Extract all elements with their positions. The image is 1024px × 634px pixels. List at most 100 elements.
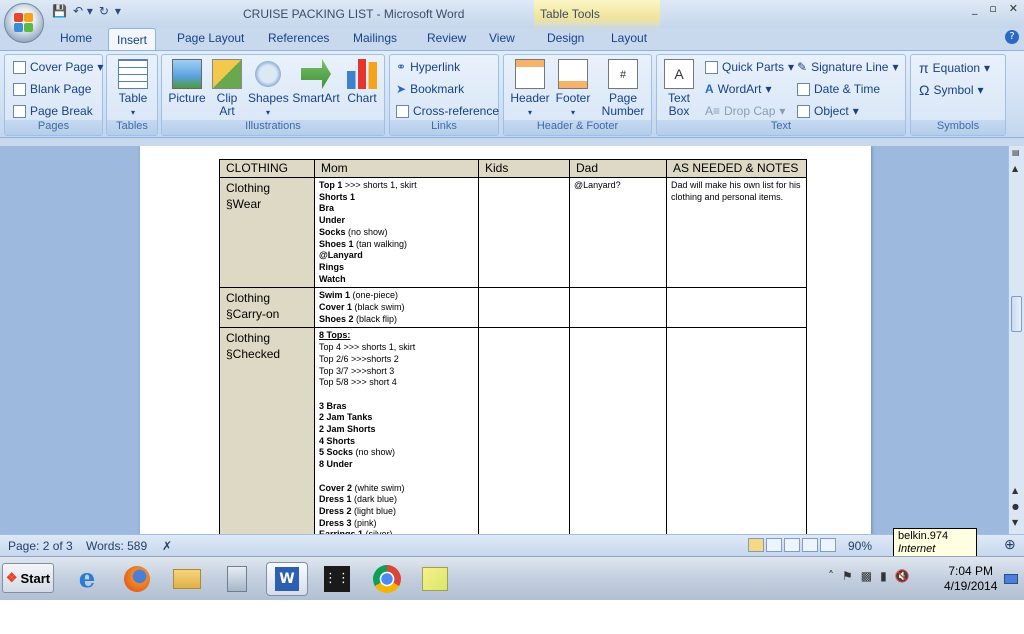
dad-cell[interactable] (569, 327, 667, 534)
zoom-level[interactable]: 90% (848, 539, 872, 553)
drop-cap-button[interactable]: A≡ Drop Cap ▾ (705, 104, 785, 118)
cross-reference-button[interactable]: Cross-reference (396, 104, 499, 118)
tab-insert[interactable]: Insert (108, 28, 157, 51)
kids-cell[interactable] (478, 176, 570, 289)
cover-page-button[interactable]: Cover Page ▾ (13, 60, 103, 74)
symbol-button[interactable]: Ω Symbol ▾ (919, 82, 984, 98)
internet-explorer-icon[interactable]: e (70, 562, 104, 596)
office-button[interactable] (4, 3, 44, 43)
notes-cell[interactable] (666, 327, 807, 534)
table-button[interactable]: Table ▾ (115, 59, 151, 119)
page-count[interactable]: Page: 2 of 3 (8, 539, 73, 553)
mom-cell[interactable]: Swim 1 (one-piece) Cover 1 (black swim) Sh… (314, 287, 479, 329)
date-time-button[interactable]: Date & Time (797, 82, 880, 96)
dad-cell[interactable]: @Lanyard? (569, 176, 667, 289)
wordart-button[interactable]: A WordArt ▾ (705, 82, 772, 96)
tab-page-layout[interactable]: Page Layout (177, 31, 244, 45)
document-page[interactable]: CLOTHING Mom Kids Dad AS NEEDED & NOTES … (140, 146, 871, 534)
tab-mailings[interactable]: Mailings (353, 31, 397, 45)
browse-object-icon[interactable]: ● (1012, 502, 1019, 511)
scroll-thumb[interactable] (1011, 296, 1022, 332)
print-layout-icon[interactable] (748, 538, 764, 552)
blank-page-button[interactable]: Blank Page (13, 82, 91, 96)
tab-home[interactable]: Home (60, 31, 92, 45)
chrome-icon[interactable] (370, 562, 404, 596)
object-button[interactable]: Object ▾ (797, 104, 859, 118)
signature-line-button[interactable]: ✎ Signature Line ▾ (797, 60, 898, 74)
file-explorer-icon[interactable] (170, 562, 204, 596)
word-taskbar-icon[interactable]: W (266, 562, 308, 596)
show-desktop-icon[interactable] (1000, 562, 1022, 596)
scroll-up-icon[interactable]: ▲ (1012, 164, 1018, 173)
clip-art-button[interactable]: Clip Art (212, 59, 242, 118)
customize-icon[interactable]: ▾ (115, 4, 121, 18)
kids-cell[interactable] (478, 287, 570, 329)
tab-references[interactable]: References (268, 31, 329, 45)
category-cell[interactable]: Clothing §Carry-on (219, 287, 315, 329)
action-center-icon[interactable]: ⚑ (842, 569, 853, 583)
start-button[interactable]: ❖ Start (2, 563, 54, 593)
show-hidden-icons[interactable]: ˄ (828, 569, 834, 583)
save-icon[interactable]: 💾 (52, 4, 67, 18)
clip-art-icon (212, 59, 242, 89)
word-count[interactable]: Words: 589 (86, 539, 147, 553)
tab-design[interactable]: Design (547, 31, 584, 45)
zoom-in-icon[interactable]: ⊕ (1004, 536, 1016, 553)
close-button[interactable]: ✕ (1009, 2, 1018, 15)
group-symbols: π Equation ▾ Ω Symbol ▾ Symbols (910, 54, 1006, 136)
header-clothing[interactable]: CLOTHING (219, 159, 315, 178)
chart-button[interactable]: Chart (344, 59, 380, 105)
blackberry-icon[interactable]: ⋮⋮ (320, 562, 354, 596)
full-screen-reading-icon[interactable] (766, 538, 782, 552)
outline-icon[interactable] (802, 538, 818, 552)
footer-button[interactable]: Footer ▾ (552, 59, 594, 119)
minimize-button[interactable]: _ (972, 2, 978, 15)
maximize-button[interactable]: ▫ (989, 2, 996, 15)
notes-cell[interactable]: Dad will make his own list for his cloth… (666, 176, 807, 289)
tab-layout[interactable]: Layout (611, 31, 647, 45)
header-notes[interactable]: AS NEEDED & NOTES (666, 159, 807, 178)
equation-button[interactable]: π Equation ▾ (919, 60, 990, 76)
header-button[interactable]: Header ▾ (508, 59, 552, 119)
page-break-button[interactable]: Page Break (13, 104, 93, 118)
mom-cell[interactable]: 8 Tops: Top 4 >>> shorts 1, skirt Top 2/6 … (314, 327, 479, 534)
help-icon[interactable]: ? (1005, 30, 1019, 44)
smartart-button[interactable]: SmartArt (292, 59, 340, 105)
dad-cell[interactable] (569, 287, 667, 329)
table-row-checked: Clothing §Checked 8 Tops: Top 4 >>> shorts… (219, 327, 807, 534)
hyperlink-button[interactable]: ⚭ Hyperlink (396, 60, 460, 74)
redo-icon[interactable]: ↻ (99, 4, 109, 18)
next-page-icon[interactable]: ▼ (1012, 518, 1018, 527)
vertical-scrollbar[interactable]: ▤ ▲ ▲ ● ▼ (1008, 146, 1024, 534)
notes-cell[interactable] (666, 287, 807, 329)
quick-parts-button[interactable]: Quick Parts ▾ (705, 60, 794, 74)
kids-cell[interactable] (478, 327, 570, 534)
shapes-button[interactable]: Shapes ▾ (248, 59, 289, 119)
web-layout-icon[interactable] (784, 538, 800, 552)
undo-icon[interactable]: ↶ ▾ (73, 4, 93, 18)
header-mom[interactable]: Mom (314, 159, 479, 178)
proofing-icon[interactable]: ✗ (162, 539, 172, 553)
calculator-icon[interactable] (220, 562, 254, 596)
header-kids[interactable]: Kids (478, 159, 570, 178)
volume-icon[interactable]: 🔇 (895, 569, 910, 583)
clock[interactable]: 7:04 PM 4/19/2014 (944, 564, 997, 594)
tab-view[interactable]: View (489, 31, 515, 45)
header-dad[interactable]: Dad (569, 159, 667, 178)
category-cell[interactable]: Clothing §Checked (219, 327, 315, 534)
tab-review[interactable]: Review (427, 31, 466, 45)
bookmark-button[interactable]: ➤ Bookmark (396, 82, 464, 96)
device-icon[interactable]: ▩ (861, 569, 872, 583)
draft-icon[interactable] (820, 538, 836, 552)
sticky-notes-icon[interactable] (418, 562, 452, 596)
previous-page-icon[interactable]: ▲ (1012, 486, 1018, 495)
picture-button[interactable]: Picture (166, 59, 208, 105)
mom-cell[interactable]: Top 1 >>> shorts 1, skirt Shorts 1 Bra Unde… (314, 176, 479, 289)
firefox-icon[interactable] (120, 562, 154, 596)
ruler-toggle-icon[interactable]: ▤ (1012, 148, 1020, 157)
packing-table[interactable]: CLOTHING Mom Kids Dad AS NEEDED & NOTES … (219, 159, 807, 534)
text-box-button[interactable]: A Text Box (661, 59, 697, 118)
network-icon[interactable]: ▮ (880, 569, 887, 583)
category-cell[interactable]: Clothing §Wear (219, 176, 315, 289)
page-number-button[interactable]: # Page Number (598, 59, 648, 118)
